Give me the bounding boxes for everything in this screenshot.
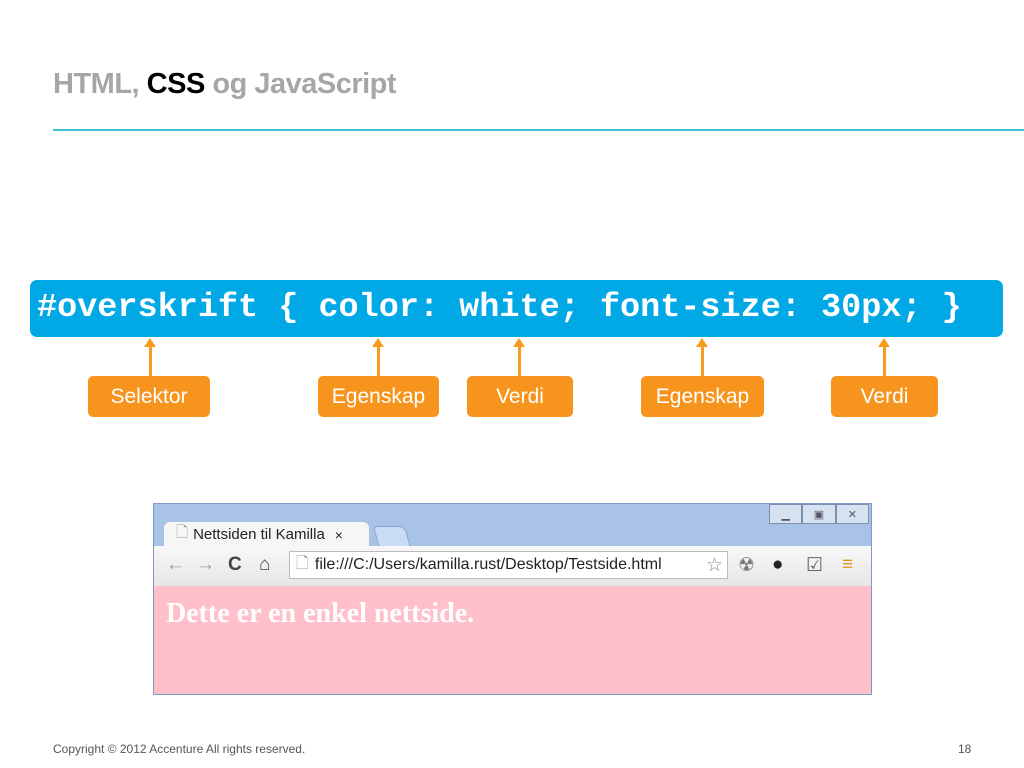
label-verdi: Verdi	[831, 376, 938, 417]
window-controls: ▁ ▣ ✕	[769, 504, 869, 524]
back-icon[interactable]: ←	[166, 554, 185, 576]
reload-icon[interactable]: C	[228, 554, 242, 576]
radiation-extension-icon[interactable]: ☢	[738, 554, 755, 577]
page-heading: Dette er en enkel nettside.	[166, 598, 475, 629]
checkbox-extension-icon[interactable]: ☑	[806, 554, 823, 577]
browser-window: ▁ ▣ ✕ 🗋 Nettsiden til Kamilla × ← → C ⌂ …	[153, 503, 872, 695]
title-part-html: HTML,	[53, 68, 147, 100]
css-code-bar: #overskrift { color: white; font-size: 3…	[30, 280, 1003, 337]
page-content: Dette er en enkel nettside.	[154, 586, 871, 694]
css-code: #overskrift { color: white; font-size: 3…	[37, 289, 962, 327]
minimize-button[interactable]: ▁	[769, 504, 803, 524]
arrow-icon	[878, 338, 890, 376]
page-icon: 🗋	[176, 524, 189, 541]
forward-icon[interactable]: →	[196, 554, 215, 576]
home-icon[interactable]: ⌂	[259, 554, 270, 576]
label-verdi: Verdi	[467, 376, 573, 417]
page-number: 18	[958, 742, 972, 756]
label-selektor: Selektor	[88, 376, 210, 417]
copyright: Copyright © 2012 Accenture All rights re…	[53, 742, 306, 756]
browser-tab[interactable]: 🗋 Nettsiden til Kamilla ×	[164, 522, 369, 547]
title-part-css: CSS	[146, 68, 206, 100]
browser-toolbar: ← → C ⌂ 🗋 file:///C:/Users/kamilla.rust/…	[154, 546, 871, 586]
new-tab-button[interactable]	[373, 526, 411, 548]
tab-title: Nettsiden til Kamilla	[193, 526, 325, 543]
arrow-icon	[513, 338, 525, 376]
title-part-js: og JavaScript	[204, 68, 397, 100]
menu-icon[interactable]: ≡	[842, 554, 853, 576]
page-icon: 🗋	[296, 554, 309, 572]
bookmark-star-icon[interactable]: ☆	[706, 554, 723, 577]
maximize-button[interactable]: ▣	[802, 504, 836, 524]
slide-title: HTML, CSS og JavaScript	[53, 68, 397, 101]
bulb-extension-icon[interactable]: ●	[772, 554, 783, 576]
arrow-icon	[372, 338, 384, 376]
arrow-icon	[696, 338, 708, 376]
arrow-icon	[144, 338, 156, 376]
close-button[interactable]: ✕	[835, 504, 869, 524]
tab-close-icon[interactable]: ×	[335, 527, 343, 543]
label-egenskap: Egenskap	[318, 376, 439, 417]
title-divider	[53, 129, 1024, 131]
label-egenskap: Egenskap	[641, 376, 764, 417]
address-bar[interactable]: 🗋 file:///C:/Users/kamilla.rust/Desktop/…	[289, 551, 728, 579]
url-text: file:///C:/Users/kamilla.rust/Desktop/Te…	[314, 556, 662, 573]
